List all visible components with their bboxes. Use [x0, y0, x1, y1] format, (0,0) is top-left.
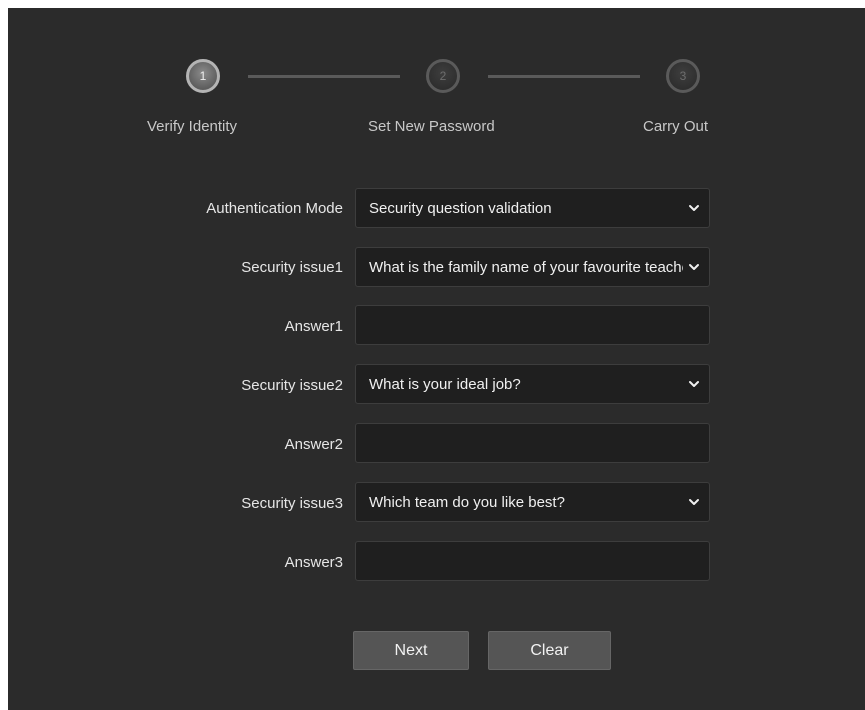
question1-label: Security issue1	[241, 259, 343, 276]
chevron-down-icon	[689, 381, 699, 387]
forgot-password-panel: 1 2 3 Verify Identity Set New Password C…	[8, 8, 865, 710]
chevron-down-icon	[689, 264, 699, 270]
answer3-label: Answer3	[284, 554, 343, 571]
step-2-number: 2	[439, 69, 447, 83]
answer2-label: Answer2	[284, 436, 343, 453]
chevron-down-icon	[689, 205, 699, 211]
auth-mode-select[interactable]: Security question validation	[355, 188, 710, 228]
answer3-input[interactable]	[355, 541, 710, 581]
question1-select[interactable]: What is the family name of your favourit…	[355, 247, 710, 287]
clear-button[interactable]: Clear	[488, 631, 611, 670]
next-button[interactable]: Next	[353, 631, 469, 670]
question2-value: What is your ideal job?	[369, 375, 521, 393]
step-1-indicator: 1	[186, 59, 220, 93]
question2-select[interactable]: What is your ideal job?	[355, 364, 710, 404]
question3-label: Security issue3	[241, 495, 343, 512]
step-1-label: Verify Identity	[147, 118, 238, 135]
auth-mode-value: Security question validation	[369, 199, 552, 217]
auth-mode-label: Authentication Mode	[206, 200, 343, 217]
step-connector-1-2	[248, 75, 400, 78]
step-1-number: 1	[199, 69, 207, 83]
question1-value: What is the family name of your favourit…	[369, 258, 683, 276]
step-2-label: Set New Password	[368, 118, 495, 135]
step-3-label: Carry Out	[643, 118, 709, 135]
chevron-down-icon	[689, 499, 699, 505]
question2-label: Security issue2	[241, 377, 343, 394]
question3-value: Which team do you like best?	[369, 493, 565, 511]
step-3-indicator: 3	[666, 59, 700, 93]
answer1-label: Answer1	[284, 318, 343, 335]
step-connector-2-3	[488, 75, 640, 78]
step-2-indicator: 2	[426, 59, 460, 93]
answer1-input[interactable]	[355, 305, 710, 345]
question3-select[interactable]: Which team do you like best?	[355, 482, 710, 522]
step-3-number: 3	[679, 69, 687, 83]
answer2-input[interactable]	[355, 423, 710, 463]
